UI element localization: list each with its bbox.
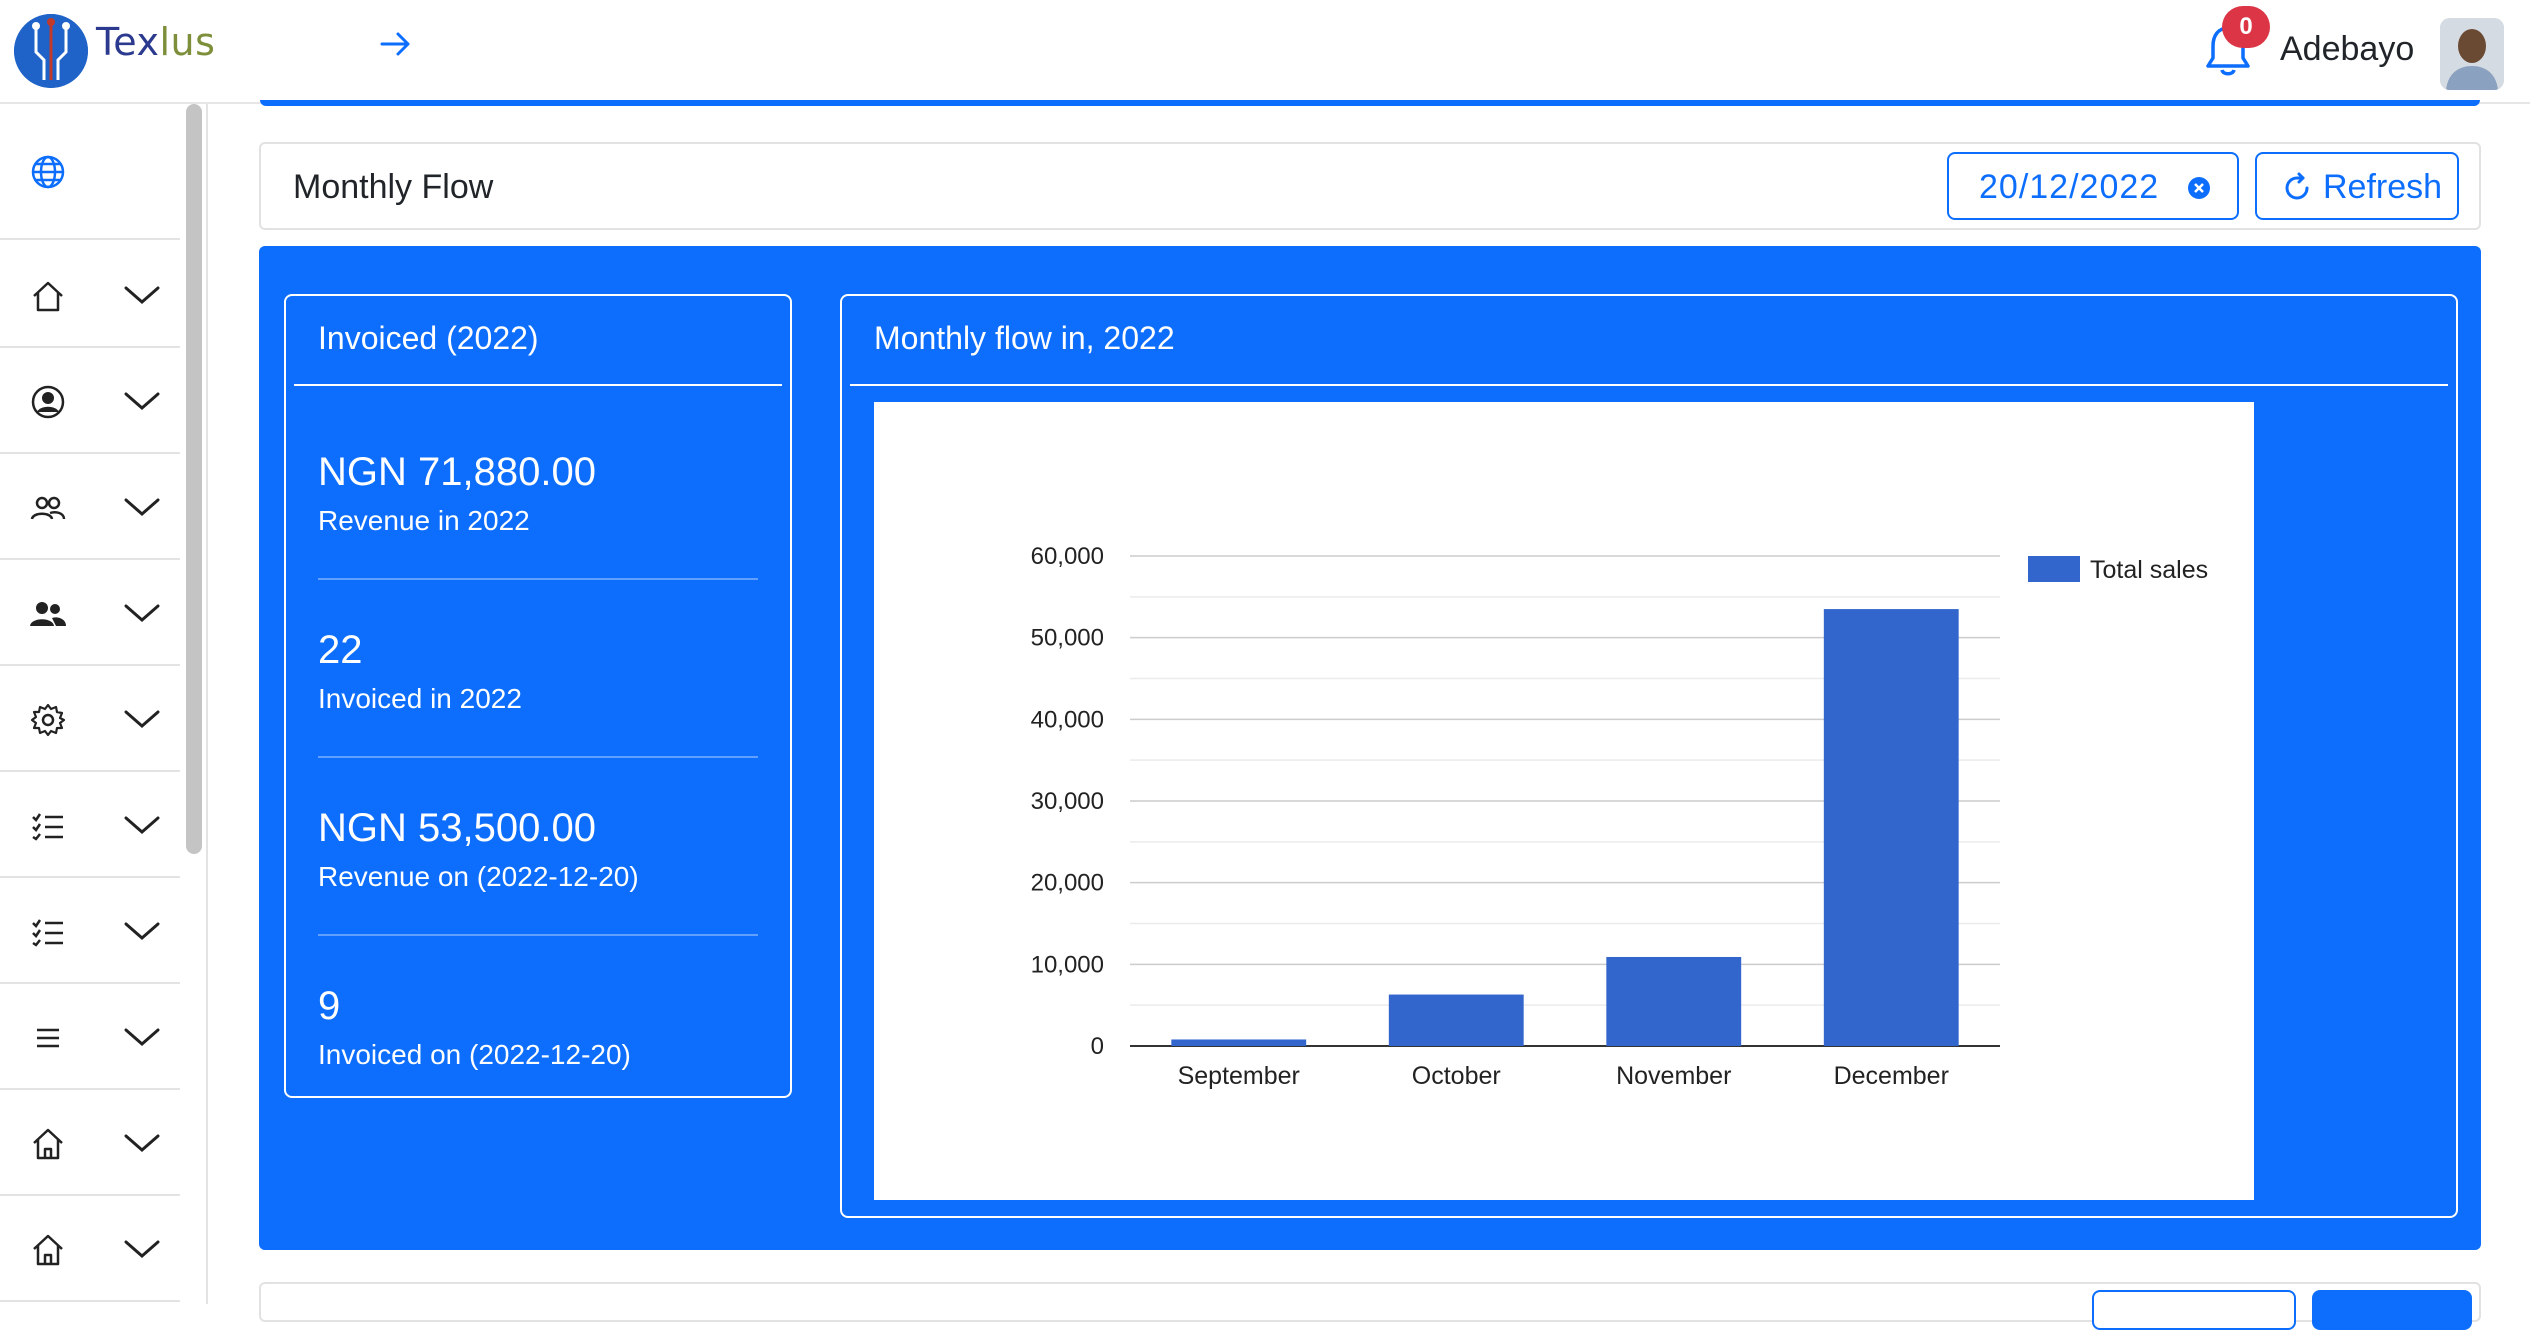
house-icon [33, 1128, 63, 1160]
divider [318, 756, 758, 758]
stat-revenue-year: NGN 71,880.00 Revenue in 2022 [318, 448, 758, 538]
chevron-down-icon [124, 710, 160, 728]
x-tick-label: October [1412, 1062, 1501, 1090]
logo-text-part2: lus [159, 20, 216, 64]
chevron-down-icon [124, 816, 160, 834]
chevron-down-icon [124, 604, 160, 622]
y-tick-label: 20,000 [1031, 870, 1104, 897]
stat-invoiced-year: 22 Invoiced in 2022 [318, 626, 758, 716]
divider [850, 384, 2448, 386]
sidebar-item-tasks[interactable] [0, 772, 180, 878]
chevron-down-icon [124, 1028, 160, 1046]
y-tick-label: 60,000 [1031, 543, 1104, 570]
x-tick-label: September [1178, 1062, 1300, 1090]
stat-label: Revenue in 2022 [318, 505, 530, 536]
y-tick-label: 0 [1091, 1033, 1104, 1060]
y-tick-label: 50,000 [1031, 625, 1104, 652]
sidebar-item-team[interactable] [0, 560, 180, 666]
date-picker[interactable]: 20/12/2022 [1947, 152, 2239, 220]
stat-label: Revenue on (2022-12-20) [318, 861, 639, 892]
date-value: 20/12/2022 [1979, 168, 2160, 206]
avatar[interactable] [2440, 18, 2504, 90]
bar [1171, 1039, 1307, 1046]
refresh-label: Refresh [2323, 168, 2443, 206]
bottom-primary-button[interactable] [2312, 1290, 2472, 1330]
stat-invoiced-day: 9 Invoiced on (2022-12-20) [318, 982, 758, 1072]
x-tick-label: December [1834, 1062, 1949, 1090]
users-solid-icon [30, 602, 66, 626]
y-tick-label: 30,000 [1031, 788, 1104, 815]
bar [1606, 956, 1742, 1046]
y-tick-label: 10,000 [1031, 951, 1104, 978]
chevron-down-icon [124, 922, 160, 940]
menu-icon [37, 1028, 59, 1048]
sidebar-item-settings[interactable] [0, 666, 180, 772]
chevron-down-icon [124, 1134, 160, 1152]
stat-value: NGN 53,500.00 [318, 806, 596, 850]
checklist-icon [32, 813, 63, 841]
home-icon [33, 281, 63, 312]
stat-value: 22 [318, 628, 363, 672]
user-circle-icon [31, 385, 65, 419]
chart-card-title: Monthly flow in, 2022 [874, 320, 1175, 356]
sidebar-item-profile[interactable] [0, 348, 180, 454]
bar [1823, 609, 1959, 1046]
stat-label: Invoiced on (2022-12-20) [318, 1039, 631, 1070]
y-tick-label: 40,000 [1031, 706, 1104, 733]
stat-label: Invoiced in 2022 [318, 683, 522, 714]
refresh-icon [2285, 172, 2309, 200]
users-outline-icon [30, 496, 66, 520]
stat-value: 9 [318, 984, 341, 1028]
clear-icon[interactable] [2187, 176, 2211, 200]
monthly-flow-header: Monthly Flow 20/12/2022 Refresh [259, 142, 2481, 230]
sidebar-item-house-2[interactable] [0, 1196, 180, 1302]
sidebar-item-users[interactable] [0, 454, 180, 560]
sidebar-item-globe[interactable] [0, 104, 180, 240]
logo-icon [14, 14, 88, 88]
checklist-icon [32, 919, 63, 947]
bar [1388, 994, 1524, 1046]
logo-text: Texlus [96, 20, 215, 64]
stat-value: NGN 71,880.00 [318, 450, 596, 494]
sidebar-item-menu[interactable] [0, 984, 180, 1090]
top-accent-bar [260, 100, 2480, 106]
house-icon [33, 1234, 63, 1266]
bar-chart: 0 10,000 20,000 30,000 40,000 50,000 60,000 Sep… [874, 402, 2254, 1200]
gear-icon [30, 703, 66, 737]
divider [318, 578, 758, 580]
logo-text-part1: Tex [96, 20, 160, 64]
chevron-down-icon [124, 498, 160, 516]
bar-chart-svg: 0 10,000 20,000 30,000 40,000 50,000 60,000 Sep… [1031, 543, 2209, 1090]
sidebar-item-home[interactable] [0, 242, 180, 348]
legend-label: Total sales [2090, 556, 2208, 584]
globe-icon [31, 155, 65, 189]
bottom-outline-button[interactable] [2092, 1290, 2296, 1330]
stat-revenue-day: NGN 53,500.00 Revenue on (2022-12-20) [318, 804, 758, 894]
legend-swatch [2028, 556, 2080, 582]
sidebar-scrollbar[interactable] [186, 104, 202, 854]
notification-badge: 0 [2222, 6, 2270, 48]
chevron-down-icon [124, 392, 160, 410]
x-tick-label: November [1616, 1062, 1731, 1090]
username[interactable]: Adebayo [2280, 30, 2414, 69]
divider [318, 934, 758, 936]
chevron-down-icon [124, 286, 160, 304]
sidebar-item-lists[interactable] [0, 878, 180, 984]
invoiced-card: Invoiced (2022) NGN 71,880.00 Revenue in… [284, 294, 792, 1098]
divider [294, 384, 782, 386]
arrow-right-icon[interactable] [376, 24, 416, 64]
sidebar-item-house-1[interactable] [0, 1090, 180, 1196]
refresh-button[interactable]: Refresh [2255, 152, 2459, 220]
chevron-down-icon [124, 1240, 160, 1258]
invoiced-card-title: Invoiced (2022) [318, 320, 539, 356]
page-title: Monthly Flow [293, 168, 494, 206]
